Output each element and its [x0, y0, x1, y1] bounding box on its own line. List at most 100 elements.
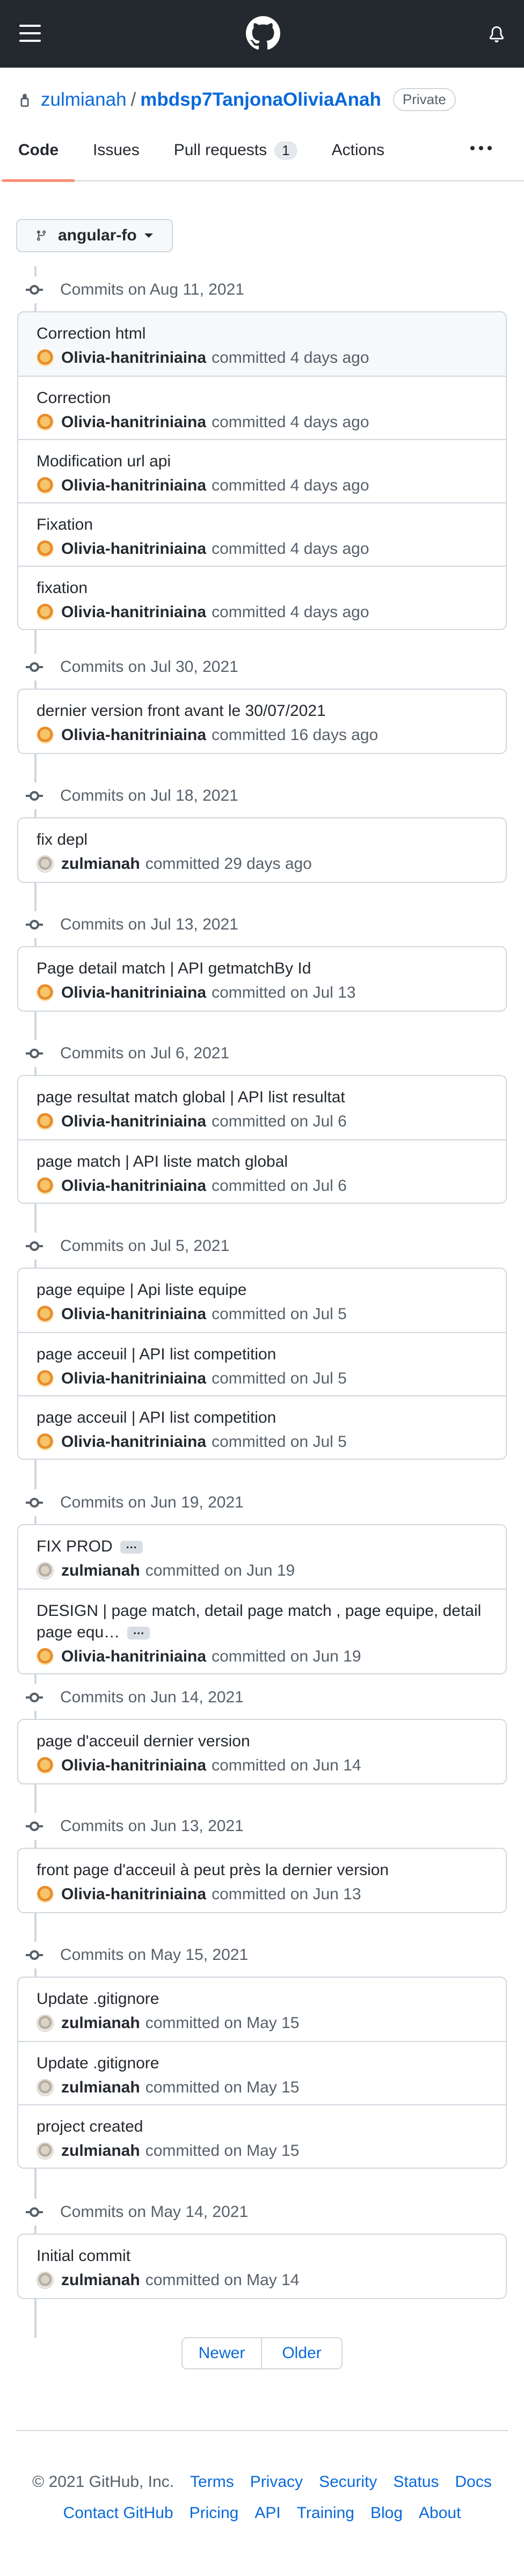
commit-row[interactable]: Initial commit zulmianah committed on May …: [18, 2235, 506, 2298]
avatar[interactable]: [37, 984, 54, 1001]
newer-button[interactable]: Newer: [181, 2337, 262, 2369]
footer-link-about[interactable]: About: [419, 2504, 461, 2522]
footer-link-terms[interactable]: Terms: [190, 2473, 234, 2491]
commit-message-link[interactable]: page acceuil | API list competition: [37, 1409, 276, 1426]
commit-message-link[interactable]: DESIGN | page match, detail page match ,…: [37, 1602, 481, 1641]
commit-message-link[interactable]: dernier version front avant le 30/07/202…: [37, 702, 326, 720]
hamburger-icon[interactable]: [19, 25, 41, 42]
commit-author-link[interactable]: zulmianah: [61, 2142, 140, 2160]
commit-row[interactable]: Correction html Olivia-hanitriniaina commi…: [18, 312, 506, 376]
tab-pull-requests[interactable]: Pull requests 1: [174, 120, 297, 181]
avatar[interactable]: [37, 855, 54, 873]
commit-message-link[interactable]: project created: [37, 2118, 143, 2135]
commit-row[interactable]: dernier version front avant le 30/07/202…: [18, 690, 506, 753]
commit-message-link[interactable]: Update .gitignore: [37, 1990, 159, 2008]
footer-link-training[interactable]: Training: [297, 2504, 354, 2522]
avatar[interactable]: [37, 1648, 54, 1665]
commit-message-link[interactable]: Modification url api: [37, 452, 171, 470]
footer-link-api[interactable]: API: [254, 2504, 280, 2522]
footer-link-docs[interactable]: Docs: [455, 2473, 492, 2491]
avatar[interactable]: [37, 1177, 54, 1195]
commit-row[interactable]: page d'acceuil dernier version Olivia-han…: [18, 1720, 506, 1783]
commit-author-link[interactable]: Olivia-hanitriniaina: [61, 603, 206, 621]
branch-selector-button[interactable]: angular-fo: [16, 219, 173, 252]
commit-message-link[interactable]: page acceuil | API list competition: [37, 1345, 276, 1363]
avatar[interactable]: [37, 1433, 54, 1451]
commit-author-link[interactable]: Olivia-hanitriniaina: [61, 1177, 206, 1195]
commit-message-link[interactable]: Initial commit: [37, 2247, 130, 2265]
avatar[interactable]: [37, 349, 54, 367]
commit-author-link[interactable]: Olivia-hanitriniaina: [61, 984, 206, 1002]
commit-row[interactable]: FIX PROD … zulmianah committed on Jun 19: [18, 1525, 506, 1589]
repo-owner-link[interactable]: zulmianah: [41, 89, 127, 111]
footer-link-blog[interactable]: Blog: [370, 2504, 403, 2522]
commit-row[interactable]: project created zulmianah committed on May…: [18, 2104, 506, 2168]
expand-message-button[interactable]: …: [127, 1624, 150, 1640]
avatar[interactable]: [37, 2015, 54, 2032]
tab-actions[interactable]: Actions: [332, 120, 384, 181]
commit-row[interactable]: page acceuil | API list competition Olivi…: [18, 1395, 506, 1459]
commit-author-link[interactable]: Olivia-hanitriniaina: [61, 1648, 206, 1666]
avatar[interactable]: [37, 727, 54, 744]
avatar[interactable]: [37, 414, 54, 431]
avatar[interactable]: [37, 1370, 54, 1387]
commit-author-link[interactable]: zulmianah: [61, 2271, 140, 2289]
commit-row[interactable]: page acceuil | API list competition Olivi…: [18, 1332, 506, 1395]
avatar[interactable]: [37, 1306, 54, 1323]
avatar[interactable]: [37, 2142, 54, 2160]
bell-icon[interactable]: [489, 26, 505, 43]
tab-issues[interactable]: Issues: [93, 120, 140, 181]
commit-author-link[interactable]: Olivia-hanitriniaina: [61, 1113, 206, 1131]
commit-row[interactable]: Fixation Olivia-hanitriniaina committed 4 …: [18, 502, 506, 566]
commit-message-link[interactable]: page equipe | Api liste equipe: [37, 1281, 246, 1299]
commit-author-link[interactable]: Olivia-hanitriniaina: [61, 540, 206, 558]
avatar[interactable]: [37, 1757, 54, 1774]
commit-row[interactable]: Update .gitignore zulmianah committed on M…: [18, 2041, 506, 2104]
commit-author-link[interactable]: Olivia-hanitriniaina: [61, 413, 206, 431]
commit-row[interactable]: Update .gitignore zulmianah committed on M…: [18, 1978, 506, 2041]
commit-message-link[interactable]: Update .gitignore: [37, 2054, 159, 2072]
commit-author-link[interactable]: zulmianah: [61, 1562, 140, 1580]
commit-message-link[interactable]: page match | API liste match global: [37, 1153, 288, 1170]
commit-message-link[interactable]: Fixation: [37, 516, 93, 533]
commit-author-link[interactable]: Olivia-hanitriniaina: [61, 349, 206, 367]
commit-author-link[interactable]: zulmianah: [61, 2014, 140, 2032]
commit-author-link[interactable]: Olivia-hanitriniaina: [61, 1885, 206, 1904]
commit-row[interactable]: Page detail match | API getmatchBy Id Oli…: [18, 947, 506, 1011]
avatar[interactable]: [37, 2079, 54, 2096]
commit-row[interactable]: front page d'acceuil à peut près la dern…: [18, 1849, 506, 1912]
commit-message-link[interactable]: Correction html: [37, 325, 145, 342]
avatar[interactable]: [37, 540, 54, 558]
older-button[interactable]: Older: [262, 2337, 343, 2369]
github-logo-icon[interactable]: [246, 16, 280, 50]
commit-row[interactable]: Modification url api Olivia-hanitriniaina…: [18, 439, 506, 502]
commit-message-link[interactable]: Page detail match | API getmatchBy Id: [37, 960, 311, 977]
avatar[interactable]: [37, 2272, 54, 2289]
commit-author-link[interactable]: zulmianah: [61, 2079, 140, 2097]
commit-row[interactable]: page match | API liste match global Olivi…: [18, 1139, 506, 1203]
commit-row[interactable]: DESIGN | page match, detail page match ,…: [18, 1589, 506, 1673]
commit-author-link[interactable]: Olivia-hanitriniaina: [61, 477, 206, 495]
avatar[interactable]: [37, 1562, 54, 1579]
commit-author-link[interactable]: Olivia-hanitriniaina: [61, 1370, 206, 1388]
commit-row[interactable]: Correction Olivia-hanitriniaina committed …: [18, 376, 506, 439]
commit-message-link[interactable]: FIX PROD: [37, 1538, 113, 1555]
tab-code[interactable]: Code: [2, 120, 75, 182]
commit-author-link[interactable]: Olivia-hanitriniaina: [61, 1433, 206, 1451]
avatar[interactable]: [37, 477, 54, 494]
commit-author-link[interactable]: Olivia-hanitriniaina: [61, 726, 206, 744]
commit-row[interactable]: page resultat match global | API list re…: [18, 1076, 506, 1139]
commit-message-link[interactable]: front page d'acceuil à peut près la dern…: [37, 1861, 389, 1879]
commit-row[interactable]: fix depl zulmianah committed 29 days ago: [18, 818, 506, 882]
commit-row[interactable]: fixation Olivia-hanitriniaina committed 4 …: [18, 566, 506, 629]
avatar[interactable]: [37, 1886, 54, 1903]
repo-name-link[interactable]: mbdsp7TanjonaOliviaAnah: [140, 89, 381, 111]
commit-message-link[interactable]: fix depl: [37, 831, 88, 848]
commit-author-link[interactable]: Olivia-hanitriniaina: [61, 1305, 206, 1323]
footer-link-status[interactable]: Status: [393, 2473, 439, 2491]
commit-author-link[interactable]: Olivia-hanitriniaina: [61, 1757, 206, 1775]
commit-message-link[interactable]: fixation: [37, 579, 88, 597]
footer-link-privacy[interactable]: Privacy: [250, 2473, 303, 2491]
commit-message-link[interactable]: page resultat match global | API list re…: [37, 1088, 345, 1106]
avatar[interactable]: [37, 604, 54, 621]
